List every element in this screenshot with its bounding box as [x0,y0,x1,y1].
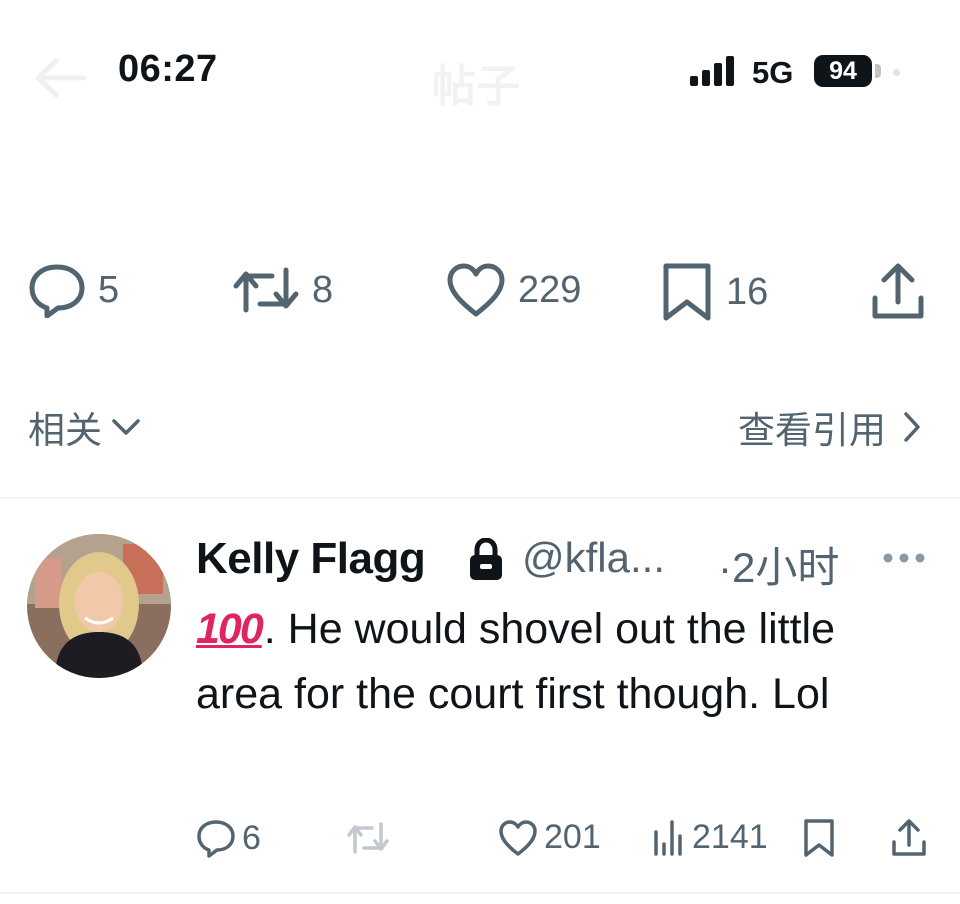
time-separator: · [718,544,732,591]
reply-button-small[interactable]: 6 [196,818,261,858]
chevron-right-icon [904,412,920,442]
like-button-small[interactable]: 201 [498,818,601,857]
signal-icon [690,56,734,86]
share-button[interactable] [870,262,926,322]
share-button-small[interactable] [890,818,928,858]
like-count: 229 [518,268,582,311]
views-icon [654,819,682,856]
like-count-small: 201 [544,818,601,856]
author-handle[interactable]: @kfla... [522,534,665,582]
back-arrow-icon[interactable] [34,58,88,98]
status-time: 06:27 [118,48,218,90]
battery-nub [875,64,881,78]
bookmark-count: 16 [726,270,769,313]
bookmark-icon [663,263,711,321]
retweet-button[interactable]: 8 [232,262,333,318]
divider [0,497,960,499]
bookmark-button-small[interactable] [802,818,836,858]
retweet-icon [347,822,389,854]
avatar-image [27,534,171,678]
retweet-icon [233,267,299,313]
share-icon [872,263,924,319]
reply-button[interactable]: 5 [28,262,119,318]
like-icon [499,819,537,856]
page-title: 帖子 [432,62,520,111]
more-icon[interactable] [882,552,926,564]
tweet-header: Kelly Flagg @kfla... ·2小时 [196,530,936,591]
tweet-detail-screen: 06:27 帖子 5G 94 5 8 229 16 相关 查看引用 Kelly … [0,0,960,904]
network-type: 5G [752,55,794,90]
hundred-points-emoji: 100 [196,605,264,653]
retweet-count: 8 [312,268,334,311]
divider-bottom [0,892,960,894]
view-count: 2141 [692,818,768,856]
like-icon [447,263,505,317]
author-name[interactable]: Kelly Flagg [196,534,426,584]
reply-count: 5 [98,268,120,311]
bookmark-button[interactable]: 16 [660,262,768,322]
avatar[interactable] [27,534,171,678]
reply-icon [197,820,235,858]
status-bar: 06:27 帖子 5G 94 [0,0,960,150]
views-button[interactable]: 2141 [652,818,768,857]
tweet-text: 100. He would shovel out the little area… [196,597,916,727]
battery-icon: 94 [814,55,872,87]
tweet-body: . He would shovel out the little area fo… [196,605,836,718]
like-button[interactable]: 229 [446,262,581,318]
dim-dot [893,69,900,76]
related-label: 相关 [28,410,102,451]
view-quotes-link[interactable]: 查看引用 [738,400,920,454]
bookmark-icon [804,819,834,857]
reply-count-small: 6 [242,818,261,857]
retweet-button-small[interactable] [346,818,390,858]
tweet-time: ·2小时 [718,534,839,595]
chevron-down-icon [112,419,140,435]
time-ago: 2小时 [732,544,840,591]
share-icon [892,819,926,856]
reply-icon [29,264,85,318]
related-dropdown[interactable]: 相关 [28,400,140,454]
view-quotes-label: 查看引用 [738,410,886,451]
lock-icon [470,538,502,580]
